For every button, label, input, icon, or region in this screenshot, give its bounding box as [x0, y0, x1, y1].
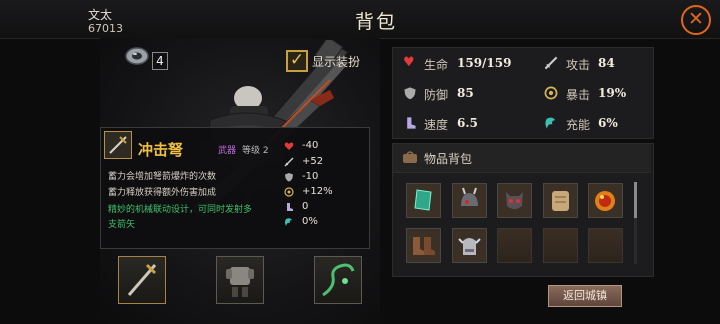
item-desc-line-2: 蓄力释放获得额外伤害加成	[108, 188, 217, 198]
stat-speed-value: 6.5	[457, 116, 478, 130]
stat-hp-value: 159/159	[457, 56, 512, 70]
stat-def-label: 防御	[424, 88, 449, 102]
boot-icon	[407, 117, 416, 129]
stat-crit-label: 暴击	[566, 88, 591, 102]
inventory-slot[interactable]	[588, 183, 623, 218]
return-to-town-button[interactable]: 返回城镇	[548, 285, 622, 307]
item-stat-speed: 0	[302, 201, 309, 212]
inventory-slot[interactable]	[406, 228, 441, 263]
item-stat-crit: +12%	[302, 186, 333, 197]
inventory-scroll-thumb[interactable]	[634, 182, 637, 218]
inventory-slot[interactable]	[543, 183, 578, 218]
inventory-slot-empty[interactable]	[543, 228, 578, 263]
heart-icon: ♥	[403, 55, 415, 70]
stat-atk-label: 攻击	[566, 58, 591, 72]
item-stat-def: -10	[302, 171, 319, 182]
inventory-slot-empty[interactable]	[588, 228, 623, 263]
stat-hp-label: 生命	[424, 58, 449, 72]
sword-icon	[544, 56, 558, 70]
shield-icon	[404, 87, 416, 100]
crit-icon	[544, 86, 558, 100]
item-desc-line-1: 蓄力会增加弩箭爆炸的次数	[108, 172, 217, 182]
inventory-slot-empty[interactable]	[497, 228, 532, 263]
item-stat-hp: -40	[302, 140, 319, 151]
charge-icon	[545, 117, 556, 129]
fire-orb-icon	[595, 191, 615, 211]
close-button[interactable]: ✕	[681, 5, 711, 35]
boot-icon	[287, 203, 293, 211]
crossbow-item-icon	[104, 131, 132, 159]
item-type: 武器	[218, 146, 237, 156]
boots-icon	[413, 237, 435, 255]
weapon-slot[interactable]	[118, 256, 166, 304]
scroll-icon	[552, 191, 569, 211]
spiked-helmet-icon	[461, 187, 478, 206]
green-crystal-icon	[414, 189, 432, 211]
item-stat-charge: 0%	[302, 216, 318, 227]
sword-icon	[284, 157, 294, 167]
vine-icon	[322, 263, 355, 297]
show-outfit-checkbox[interactable]: ✓	[286, 50, 308, 72]
stat-crit-value: 19%	[598, 86, 627, 100]
stat-def-value: 85	[457, 86, 474, 100]
gem-count: 4	[152, 52, 168, 70]
inventory-slot[interactable]	[406, 183, 441, 218]
gauntlet-icon	[458, 238, 481, 255]
armor-icon	[226, 267, 254, 297]
inventory-title: 物品背包	[424, 152, 473, 166]
stat-atk-value: 84	[598, 56, 615, 70]
item-stat-atk: +52	[302, 156, 324, 167]
stat-charge-label: 充能	[566, 118, 591, 132]
armor-slot[interactable]	[216, 256, 264, 304]
gem-icon	[125, 47, 149, 65]
item-desc-special: 精妙的机械联动设计，可同时发射多支箭矢	[108, 205, 253, 230]
show-outfit-label[interactable]: 显示装扮	[312, 53, 360, 70]
crossbow-icon	[127, 263, 157, 296]
inventory-slot[interactable]	[452, 228, 487, 263]
heart-icon	[284, 142, 294, 150]
accessory-slot[interactable]	[314, 256, 362, 304]
item-name: 冲击弩	[138, 141, 184, 159]
crit-icon	[284, 187, 294, 197]
demon-mask-icon	[506, 192, 523, 209]
shield-icon	[285, 173, 293, 182]
inventory-slot[interactable]	[497, 183, 532, 218]
stat-speed-label: 速度	[424, 118, 449, 132]
page-title: 背包	[354, 11, 397, 33]
item-level: 等级 2	[242, 146, 269, 156]
bag-icon	[403, 151, 417, 163]
charge-icon	[285, 218, 292, 226]
inventory-slot[interactable]	[452, 183, 487, 218]
stat-charge-value: 6%	[598, 116, 618, 130]
